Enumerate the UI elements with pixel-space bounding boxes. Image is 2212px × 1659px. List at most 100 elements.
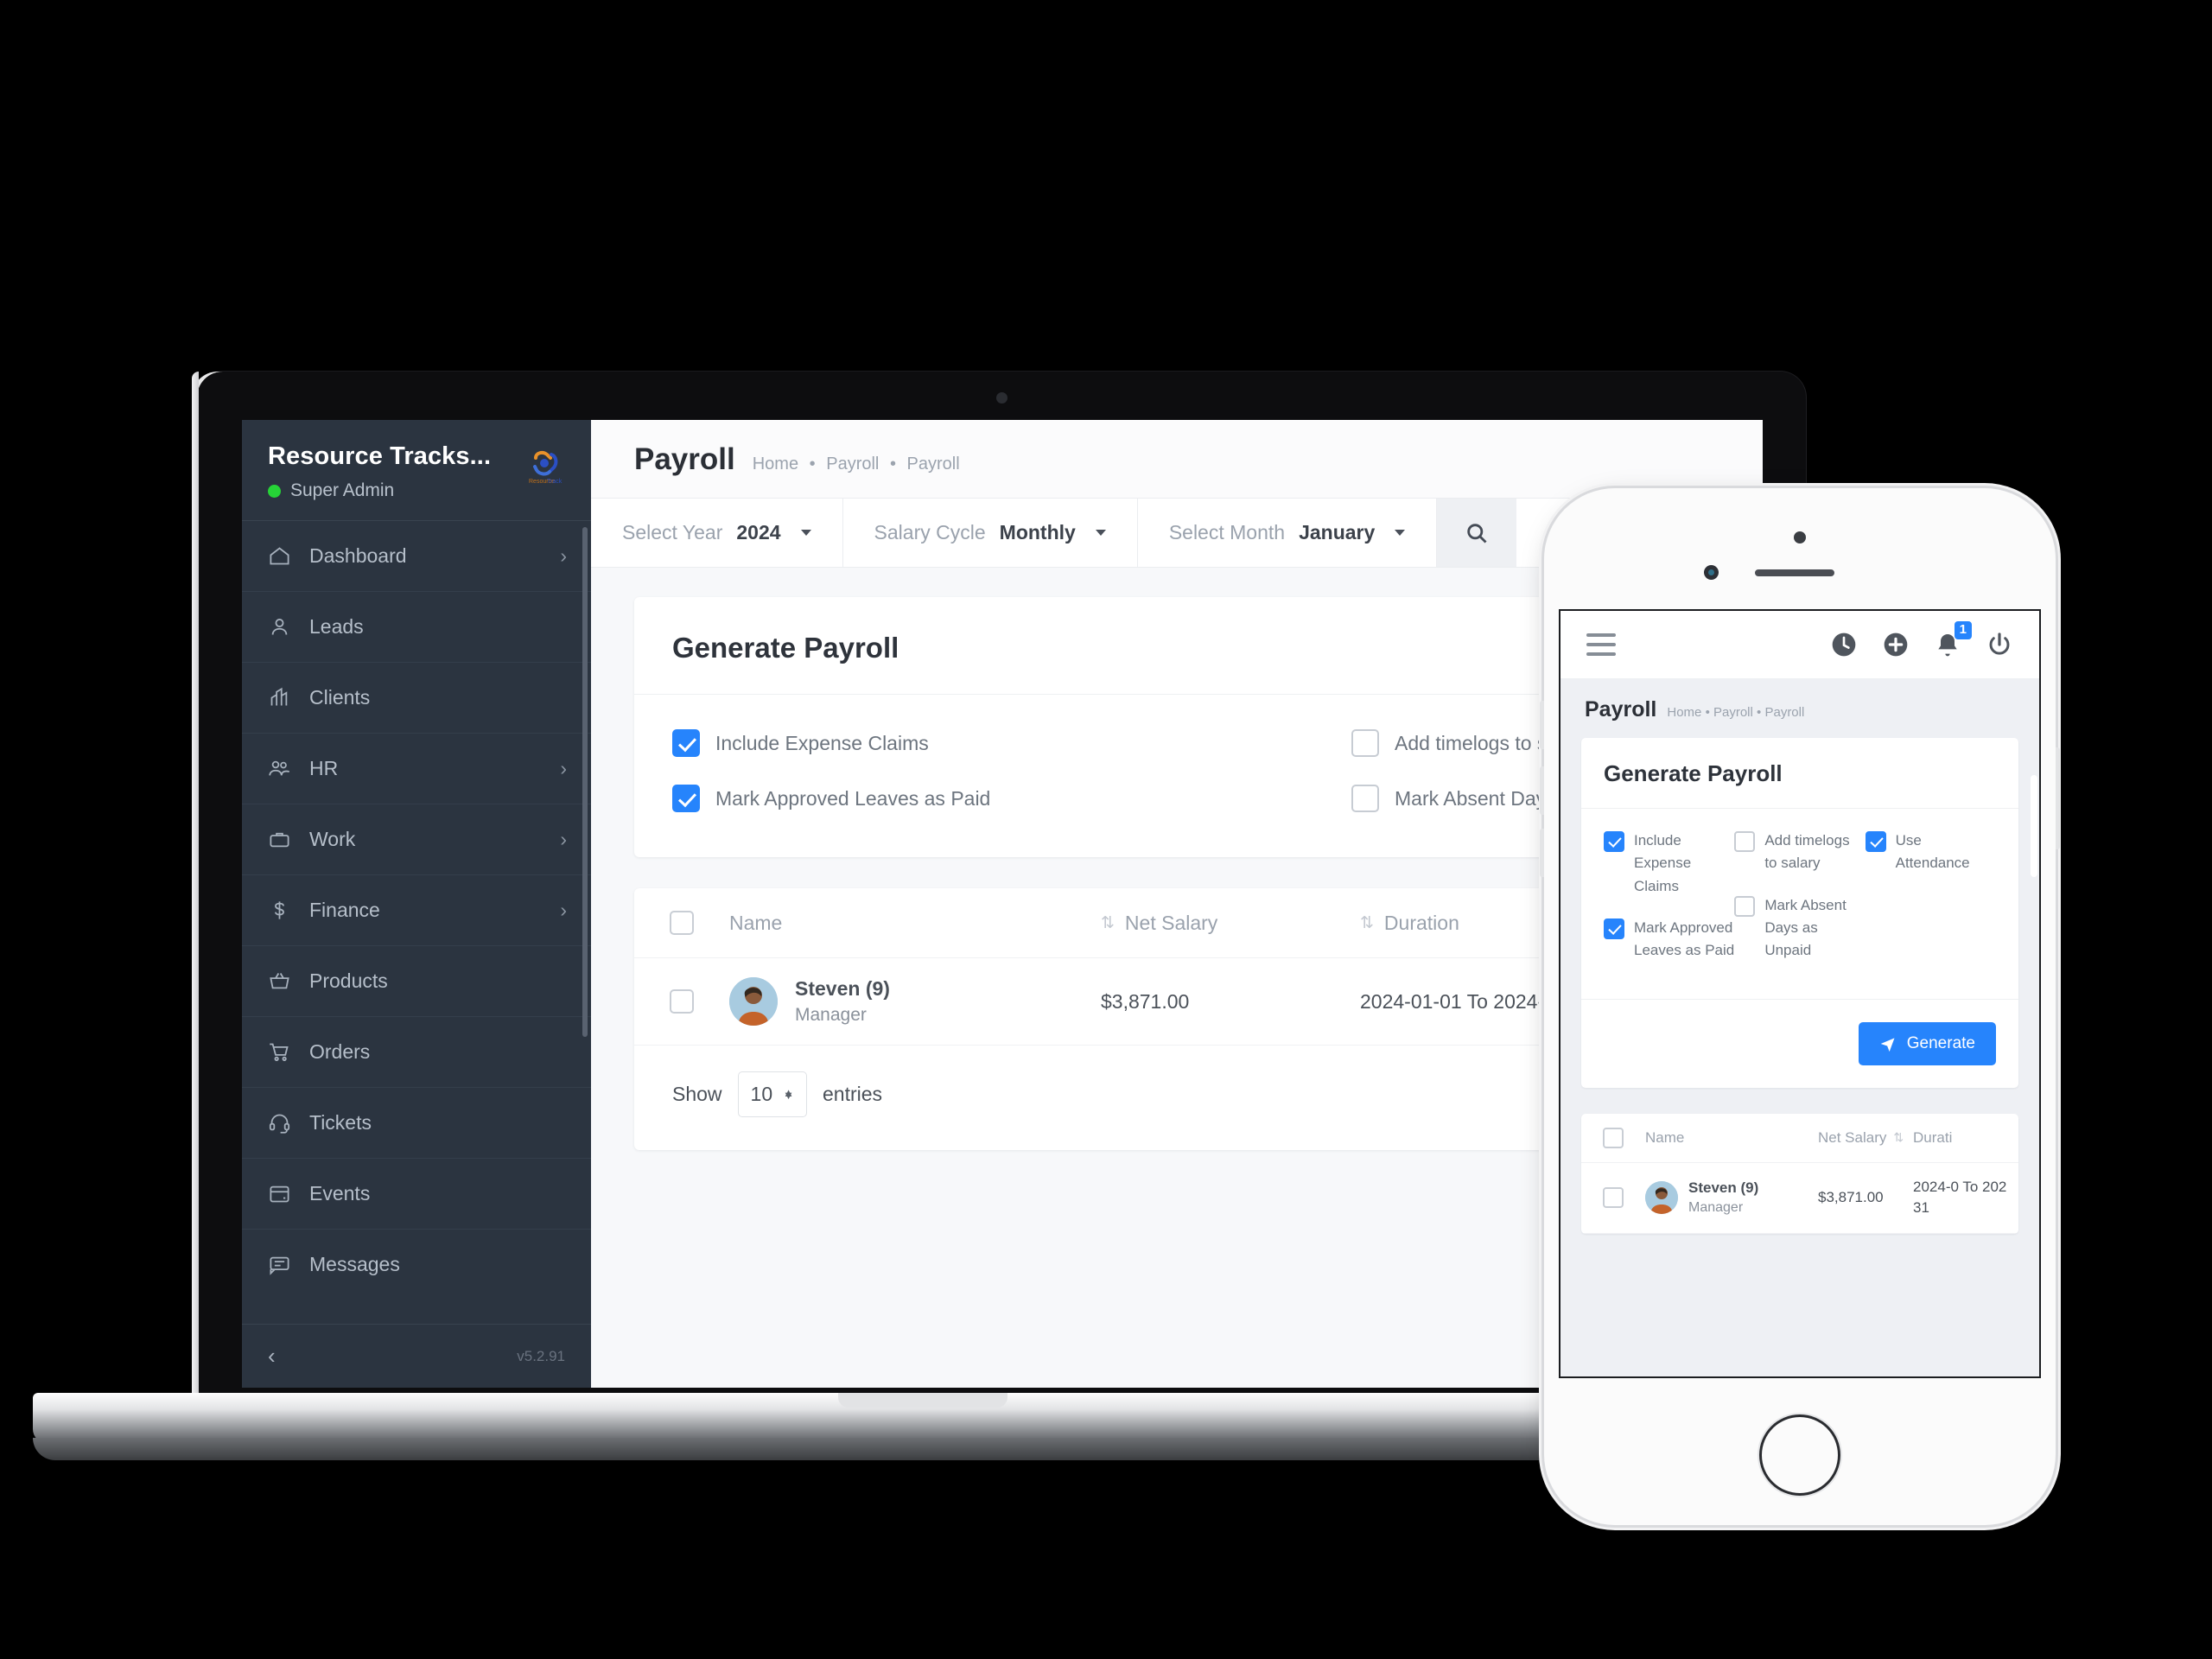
sidebar-item-events[interactable]: Events [242, 1158, 591, 1229]
phone-device: 1 Payroll Home • Payroll • Payroll Gener… [1540, 488, 2060, 1525]
option-mark-absent-days-as-unpaid[interactable]: Mark Absent Days as Unpaid [1734, 894, 1865, 963]
column-header-net-salary[interactable]: Net Salary ⇅ [1818, 1129, 1913, 1147]
option-include-expense-claims[interactable]: Include Expense Claims [1604, 830, 1734, 898]
checkbox-icon[interactable] [1351, 729, 1379, 757]
sidebar-item-messages[interactable]: Messages [242, 1229, 591, 1300]
checkbox-icon[interactable] [1734, 895, 1756, 917]
option-mark-approved-leaves-as-paid[interactable]: Mark Approved Leaves as Paid [1604, 917, 1734, 963]
option-label: Mark Approved Leaves as Paid [1634, 919, 1735, 959]
phone-volume-up-button[interactable] [1540, 766, 1544, 815]
phone-volume-down-button[interactable] [1540, 829, 1544, 877]
hamburger-icon[interactable] [1586, 633, 1616, 656]
sidebar-item-leads[interactable]: Leads [242, 591, 591, 662]
phone-power-button[interactable] [2056, 747, 2060, 849]
net-salary-value: $3,871.00 [1101, 989, 1190, 1013]
column-header-name[interactable]: Name [1645, 1129, 1818, 1147]
filter-select-month[interactable]: Select Month January [1138, 499, 1438, 567]
select-all-cell[interactable] [1581, 1127, 1645, 1148]
row-select-cell[interactable] [1581, 1187, 1645, 1209]
sidebar-item-label: Clients [309, 686, 371, 709]
user-role-label: Super Admin [290, 480, 395, 500]
phone-generate-payroll-card: Generate Payroll Include Expense Claims [1581, 738, 2018, 1088]
phone-card-header: Generate Payroll [1581, 738, 2018, 809]
filter-select-year[interactable]: Select Year 2024 [591, 499, 843, 567]
cell-name: Steven (9) Manager [1645, 1178, 1818, 1217]
checkbox-icon[interactable] [1734, 831, 1756, 852]
checkbox-icon[interactable] [1603, 1187, 1624, 1209]
user-icon [266, 614, 292, 640]
checkbox-icon[interactable] [1604, 831, 1624, 852]
sidebar-header: Resource Tracks... Super Admin Resource … [242, 420, 591, 520]
sidebar-collapse-button[interactable]: ‹ [268, 1343, 276, 1370]
power-icon[interactable] [1986, 631, 2013, 658]
breadcrumb-item-home[interactable]: Home [1667, 705, 1701, 720]
bell-icon[interactable]: 1 [1934, 621, 1972, 658]
entries-value: 10 [750, 1083, 773, 1106]
column-header-duration[interactable]: Durati [1913, 1129, 2018, 1147]
sort-icon[interactable]: ⇅ [1360, 913, 1374, 933]
sidebar-item-products[interactable]: Products [242, 945, 591, 1016]
sidebar-item-tickets[interactable]: Tickets [242, 1087, 591, 1158]
message-icon [266, 1252, 292, 1278]
option-mark-approved-leaves-as-paid[interactable]: Mark Approved Leaves as Paid [672, 785, 1351, 812]
filter-salary-cycle[interactable]: Salary Cycle Monthly [843, 499, 1138, 567]
employee-role: Manager [795, 1005, 867, 1026]
entries-per-page-select[interactable]: 10 ▲ ▼ [737, 1071, 808, 1118]
phone-scrollbar[interactable] [2031, 775, 2037, 877]
checkbox-icon[interactable] [670, 989, 694, 1014]
option-label: Use Attendance [1895, 832, 1970, 872]
sidebar-item-clients[interactable]: Clients [242, 662, 591, 733]
phone-camera-icon [1794, 531, 1806, 543]
breadcrumb-item-home[interactable]: Home [753, 454, 798, 474]
option-label: Mark Approved Leaves as Paid [715, 786, 991, 810]
show-label: Show [672, 1083, 722, 1106]
sidebar-item-label: Finance [309, 899, 380, 921]
sidebar-item-label: Events [309, 1182, 371, 1205]
phone-mute-switch[interactable] [1540, 701, 1544, 749]
phone-card-body: Include Expense Claims Mark Approved Lea… [1581, 809, 2018, 1000]
sidebar-item-label: Products [309, 969, 388, 992]
column-header-net-salary[interactable]: ⇅ Net Salary [1101, 912, 1360, 935]
breadcrumb-item-payroll[interactable]: Payroll [1713, 705, 1753, 720]
sidebar-item-label: HR [309, 757, 339, 779]
sidebar-item-label: Messages [309, 1253, 400, 1275]
select-all-cell[interactable] [634, 911, 729, 935]
sort-icon[interactable]: ⇅ [1101, 913, 1115, 933]
checkbox-icon[interactable] [672, 785, 700, 812]
option-label: Include Expense Claims [1634, 832, 1692, 894]
entries-label: entries [823, 1083, 883, 1106]
checkbox-icon[interactable] [1604, 918, 1624, 940]
sidebar-item-dashboard[interactable]: Dashboard › [242, 520, 591, 591]
sidebar-item-work[interactable]: Work › [242, 804, 591, 874]
column-label: Net Salary [1124, 911, 1218, 934]
sidebar-item-hr[interactable]: HR › [242, 733, 591, 804]
phone-home-button[interactable] [1759, 1414, 1840, 1496]
breadcrumb-separator: • [1705, 705, 1710, 720]
cell-net-salary: $3,871.00 [1101, 990, 1360, 1014]
clock-icon[interactable] [1830, 631, 1858, 658]
checkbox-icon[interactable] [1865, 831, 1886, 852]
checkbox-icon[interactable] [1603, 1127, 1624, 1148]
option-use-attendance[interactable]: Use Attendance [1865, 830, 1996, 875]
checkbox-icon[interactable] [670, 911, 694, 935]
sidebar-item-label: Work [309, 828, 356, 850]
laptop-webcam-icon [996, 392, 1007, 404]
column-header-name[interactable]: Name [729, 912, 1101, 935]
checkbox-icon[interactable] [672, 729, 700, 757]
phone-sensor-icon [1704, 565, 1719, 580]
table-row[interactable]: Steven (9) Manager $3,871.00 2024-0 To 2… [1581, 1163, 2018, 1234]
checkbox-icon[interactable] [1351, 785, 1379, 812]
generate-button[interactable]: Generate [1858, 1021, 1996, 1065]
employee-name: Steven (9) [795, 977, 890, 1000]
column-label: Net Salary [1818, 1128, 1887, 1146]
row-select-cell[interactable] [634, 989, 729, 1014]
option-include-expense-claims[interactable]: Include Expense Claims [672, 729, 1351, 757]
search-button[interactable] [1437, 499, 1517, 567]
breadcrumb-item-payroll[interactable]: Payroll [826, 454, 879, 474]
sort-icon[interactable]: ⇅ [1893, 1130, 1904, 1145]
option-add-timelogs-to-salary[interactable]: Add timelogs to salary [1734, 830, 1865, 875]
sidebar-item-orders[interactable]: Orders [242, 1016, 591, 1087]
sidebar-scrollbar[interactable] [582, 527, 588, 1037]
plus-circle-icon[interactable] [1882, 631, 1910, 658]
sidebar-item-finance[interactable]: Finance › [242, 874, 591, 945]
